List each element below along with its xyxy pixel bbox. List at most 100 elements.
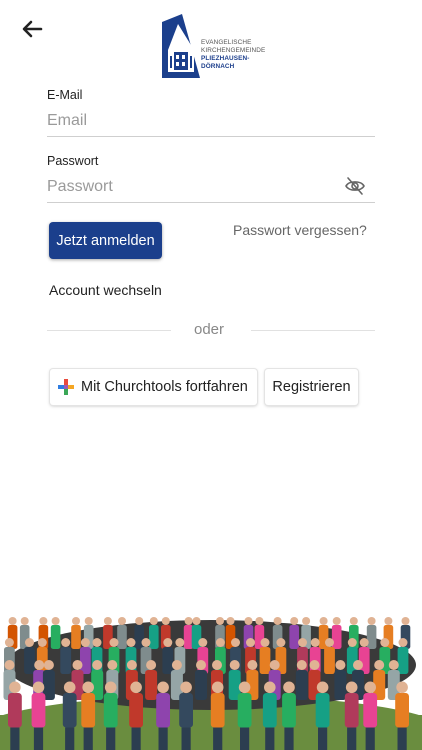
person-legs <box>131 727 141 750</box>
person-head <box>8 617 17 625</box>
person-head <box>353 660 363 670</box>
person-body <box>71 625 81 649</box>
person-head <box>396 681 408 694</box>
email-input[interactable] <box>47 106 375 137</box>
person-body <box>282 693 296 728</box>
person-head <box>109 638 119 647</box>
churchtools-login-button[interactable]: Mit Churchtools fortfahren <box>50 369 257 405</box>
person-body <box>50 625 61 649</box>
person-body <box>259 647 271 674</box>
person-head <box>216 617 224 625</box>
password-input[interactable] <box>47 172 375 203</box>
person-head <box>4 660 15 670</box>
congregation-group-photo <box>0 617 422 750</box>
person-legs <box>284 727 294 750</box>
person-head <box>39 617 48 625</box>
person-head <box>32 681 45 694</box>
person-head <box>107 660 118 670</box>
person-body <box>363 693 378 728</box>
person-head <box>374 660 385 670</box>
person-head <box>146 660 157 670</box>
person-legs <box>347 727 357 750</box>
register-button[interactable]: Registrieren <box>265 369 358 405</box>
person-head <box>319 617 328 625</box>
person-body <box>210 693 225 728</box>
person-head <box>345 681 358 694</box>
person-head <box>398 638 408 647</box>
person-head <box>61 638 71 647</box>
person-body <box>145 670 158 700</box>
login-button[interactable]: Jetzt anmelden <box>49 222 162 259</box>
person-head <box>104 681 117 694</box>
person-head <box>212 660 222 670</box>
person-head <box>347 638 357 647</box>
person-head <box>126 660 137 670</box>
person-head <box>283 681 295 694</box>
person-body <box>156 693 170 728</box>
person-legs <box>106 727 116 750</box>
person-head <box>135 617 144 625</box>
person-head <box>211 681 224 694</box>
person-legs <box>265 727 275 750</box>
person-head <box>380 638 390 647</box>
person-head <box>332 617 341 625</box>
person-head <box>184 617 193 625</box>
person-body <box>395 693 409 728</box>
person-legs <box>240 727 250 750</box>
back-arrow-icon[interactable] <box>20 18 44 40</box>
person-body <box>62 693 77 728</box>
person-body <box>366 625 377 649</box>
person-body <box>60 647 72 674</box>
person-head <box>92 660 103 670</box>
person-legs <box>181 727 191 750</box>
separator-label: oder <box>194 321 225 338</box>
person-head <box>92 638 102 647</box>
person-head <box>157 681 169 694</box>
person-head <box>20 617 29 625</box>
person-body <box>149 625 159 649</box>
person-head <box>260 638 270 647</box>
person-head <box>80 638 90 647</box>
person-head <box>226 617 235 625</box>
person-head <box>171 660 182 670</box>
person-body <box>289 625 299 649</box>
logo-line-2: KIRCHENGEMEINDE <box>201 47 266 54</box>
switch-account-link[interactable]: Account wechseln <box>49 282 162 298</box>
churchtools-cross-icon <box>58 379 74 395</box>
person-body <box>24 647 35 674</box>
eye-off-icon[interactable] <box>344 176 366 196</box>
person-head <box>196 660 206 670</box>
password-label: Passwort <box>47 154 99 168</box>
logo-wordmark: EVANGELISCHE KIRCHENGEMEINDE PLIEZHAUSEN… <box>201 39 265 71</box>
person-head <box>126 638 136 647</box>
person-legs <box>10 727 20 750</box>
person-head <box>43 660 54 670</box>
person-body <box>117 625 127 649</box>
person-head <box>149 617 158 625</box>
logo-line-4: DÖRNACH <box>201 63 235 70</box>
person-head <box>175 638 185 647</box>
person-body <box>275 647 287 674</box>
person-head <box>238 681 251 694</box>
divider-right <box>251 330 375 331</box>
person-legs <box>158 727 168 750</box>
person-head <box>180 681 192 694</box>
person-head <box>215 638 225 647</box>
person-head <box>37 638 47 647</box>
person-head <box>82 681 94 694</box>
person-body <box>331 625 342 649</box>
person-head <box>269 660 280 670</box>
person-head <box>130 681 142 694</box>
person-head <box>367 617 376 625</box>
person-head <box>359 638 369 647</box>
person-body <box>80 647 91 674</box>
person-head <box>364 681 377 694</box>
person-head <box>384 617 393 625</box>
forgot-password-link[interactable]: Passwort vergessen? <box>233 222 367 238</box>
person-head <box>310 638 320 647</box>
person-head <box>388 660 399 670</box>
person-head <box>296 660 307 670</box>
person-head <box>192 617 201 625</box>
person-head <box>309 660 320 670</box>
person-legs <box>33 727 44 750</box>
